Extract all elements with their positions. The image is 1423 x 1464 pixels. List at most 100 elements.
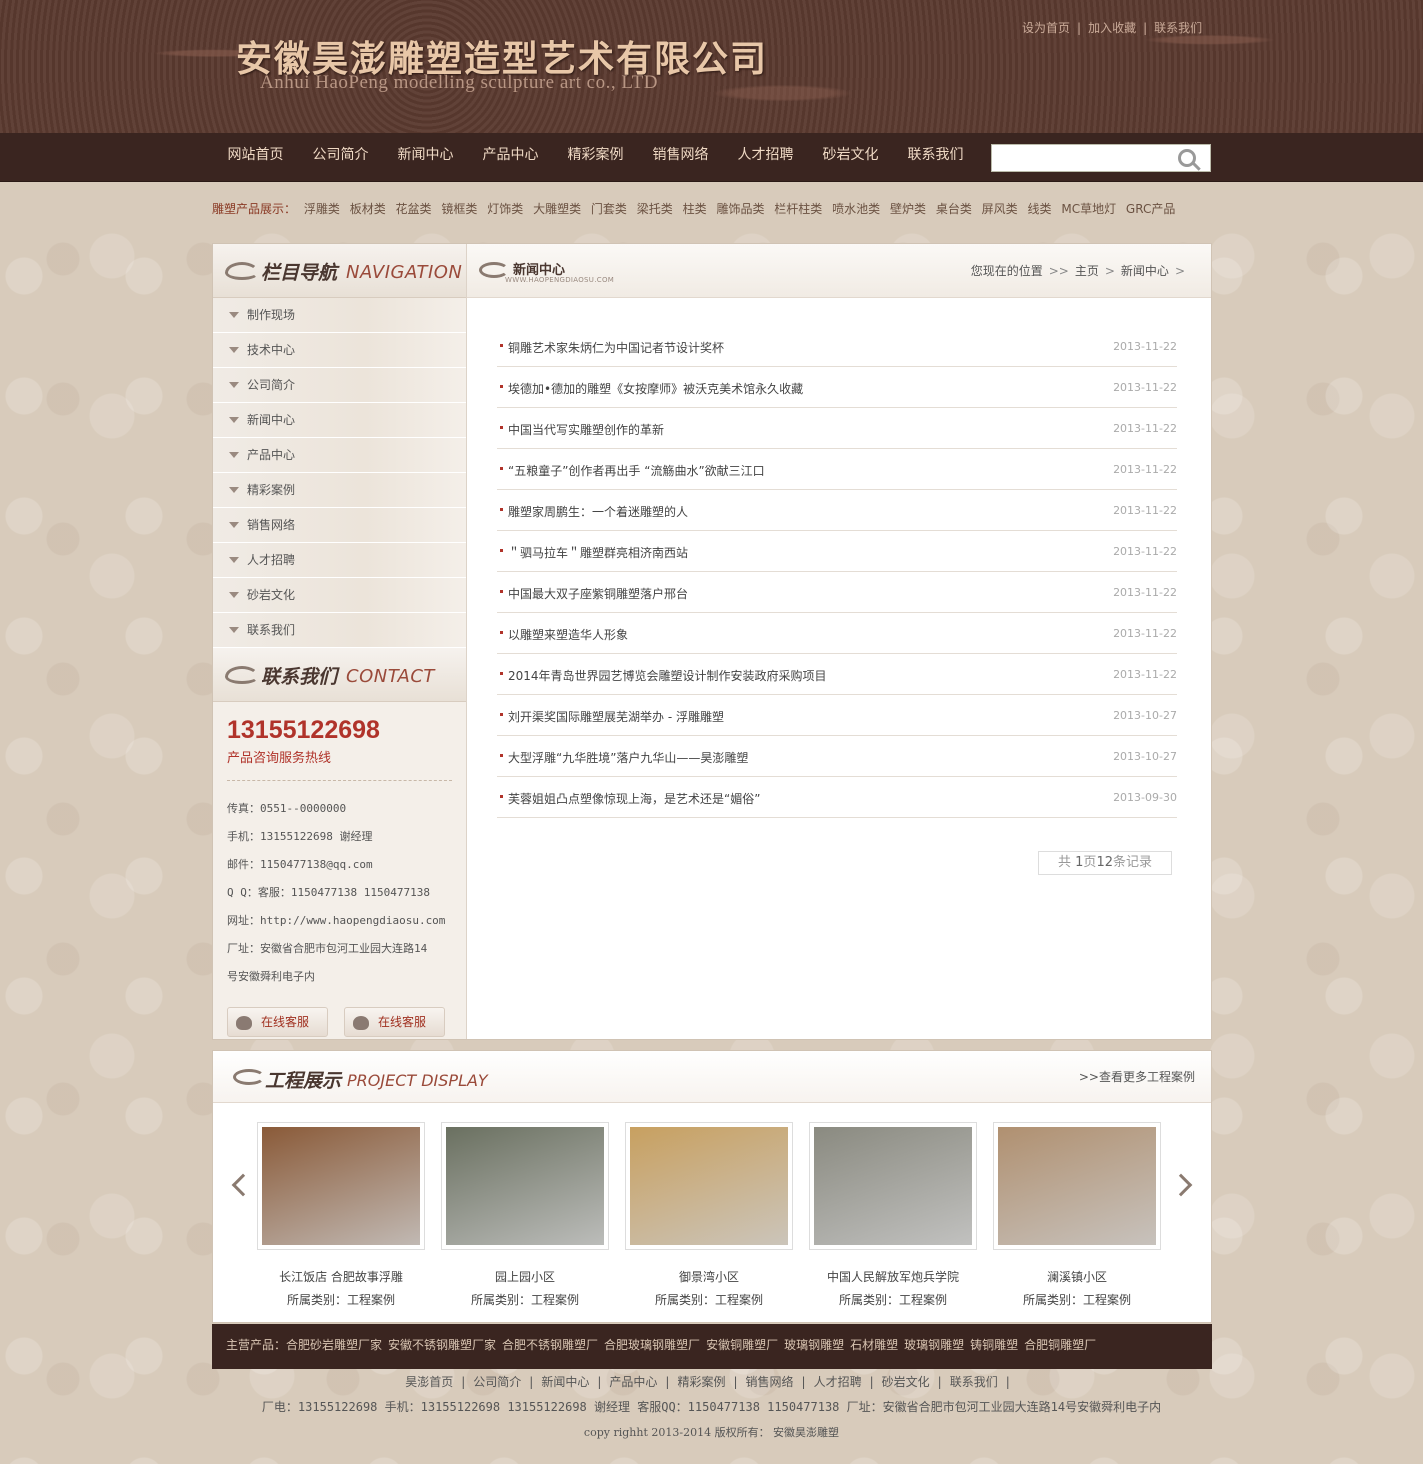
footer-link[interactable]: 人才招聘 [814, 1375, 862, 1389]
project-thumbnail[interactable] [809, 1122, 977, 1250]
sidebar-item-about[interactable]: 公司简介 [213, 368, 466, 403]
main-product-link[interactable]: 合肥不锈钢雕塑厂 [502, 1338, 598, 1352]
product-link[interactable]: 大雕塑类 [533, 202, 581, 216]
news-item[interactable]: 刘开渠奖国际雕塑展芜湖举办 - 浮雕雕塑 2013-10-27 [497, 695, 1177, 736]
set-homepage-link[interactable]: 设为首页 [1022, 21, 1070, 35]
news-title[interactable]: 刘开渠奖国际雕塑展芜湖举办 - 浮雕雕塑 [508, 708, 724, 725]
sidebar-item-contact[interactable]: 联系我们 [213, 613, 466, 648]
footer-link[interactable]: 砂岩文化 [882, 1375, 930, 1389]
news-title[interactable]: ＂驷马拉车＂雕塑群亮相济南西站 [508, 544, 688, 561]
nav-item-products[interactable]: 产品中心 [468, 133, 553, 178]
footer-link[interactable]: 产品中心 [609, 1375, 657, 1389]
product-link[interactable]: 线类 [1028, 202, 1052, 216]
news-title[interactable]: 中国当代写实雕塑创作的革新 [508, 421, 664, 438]
footer-link[interactable]: 精彩案例 [677, 1375, 725, 1389]
project-item[interactable]: 长江饭店 合肥故事浮雕 所属类别：工程案例 [257, 1122, 425, 1308]
nav-item-about[interactable]: 公司简介 [298, 133, 383, 178]
main-product-link[interactable]: 安徽铜雕塑厂 [706, 1338, 778, 1352]
main-product-link[interactable]: 玻璃钢雕塑 [904, 1338, 964, 1352]
product-link[interactable]: 雕饰品类 [716, 202, 764, 216]
main-product-link[interactable]: 玻璃钢雕塑 [784, 1338, 844, 1352]
footer-link[interactable]: 公司简介 [473, 1375, 521, 1389]
news-title[interactable]: 铜雕艺术家朱炳仁为中国记者节设计奖杯 [508, 339, 724, 356]
sidebar-item-products[interactable]: 产品中心 [213, 438, 466, 473]
news-item[interactable]: 中国最大双子座紫铜雕塑落户邢台 2013-11-22 [497, 572, 1177, 613]
footer-link[interactable]: 销售网络 [746, 1375, 794, 1389]
project-thumbnail[interactable] [441, 1122, 609, 1250]
breadcrumb-home[interactable]: 主页 [1075, 264, 1099, 278]
product-link[interactable]: 柱类 [683, 202, 707, 216]
project-name[interactable]: 御景湾小区 [625, 1268, 793, 1285]
sidebar-item-news[interactable]: 新闻中心 [213, 403, 466, 438]
news-item[interactable]: 雕塑家周鹏生：一个着迷雕塑的人 2013-11-22 [497, 490, 1177, 531]
product-link[interactable]: 桌台类 [936, 202, 972, 216]
add-favorite-link[interactable]: 加入收藏 [1088, 21, 1136, 35]
news-title[interactable]: 2014年青岛世界园艺博览会雕塑设计制作安装政府采购项目 [508, 667, 827, 684]
product-link[interactable]: 喷水池类 [832, 202, 880, 216]
nav-item-sales[interactable]: 销售网络 [638, 133, 723, 178]
sidebar-item-workshop[interactable]: 制作现场 [213, 298, 466, 333]
project-item[interactable]: 御景湾小区 所属类别：工程案例 [625, 1122, 793, 1308]
main-product-link[interactable]: 铸铜雕塑 [970, 1338, 1018, 1352]
project-thumbnail[interactable] [625, 1122, 793, 1250]
project-name[interactable]: 澜溪镇小区 [993, 1268, 1161, 1285]
project-thumbnail[interactable] [993, 1122, 1161, 1250]
footer-link[interactable]: 联系我们 [950, 1375, 998, 1389]
footer-link[interactable]: 昊澎首页 [405, 1375, 453, 1389]
sidebar-item-culture[interactable]: 砂岩文化 [213, 578, 466, 613]
nav-item-culture[interactable]: 砂岩文化 [808, 133, 893, 178]
news-title[interactable]: 雕塑家周鹏生：一个着迷雕塑的人 [508, 503, 688, 520]
news-title[interactable]: 以雕塑来塑造华人形象 [508, 626, 628, 643]
project-name[interactable]: 长江饭店 合肥故事浮雕 [257, 1268, 425, 1285]
news-item[interactable]: ＂驷马拉车＂雕塑群亮相济南西站 2013-11-22 [497, 531, 1177, 572]
news-title[interactable]: 中国最大双子座紫铜雕塑落户邢台 [508, 585, 688, 602]
main-product-link[interactable]: 石材雕塑 [850, 1338, 898, 1352]
online-service-button[interactable]: 在线客服 [227, 1007, 328, 1037]
sidebar-item-cases[interactable]: 精彩案例 [213, 473, 466, 508]
news-title[interactable]: 芙蓉姐姐凸点塑像惊现上海，是艺术还是“媚俗” [508, 790, 760, 807]
product-link[interactable]: 镜框类 [441, 202, 477, 216]
news-item[interactable]: 大型浮雕“九华胜境”落户九华山——昊澎雕塑 2013-10-27 [497, 736, 1177, 777]
main-product-link[interactable]: 主营产品：合肥砂岩雕塑厂家 [226, 1338, 382, 1352]
product-link[interactable]: 花盆类 [396, 202, 432, 216]
nav-item-news[interactable]: 新闻中心 [383, 133, 468, 178]
news-title[interactable]: 大型浮雕“九华胜境”落户九华山——昊澎雕塑 [508, 749, 748, 766]
news-title[interactable]: “五粮童子”创作者再出手 “流觞曲水”欲献三江口 [508, 462, 765, 479]
news-item[interactable]: 以雕塑来塑造华人形象 2013-11-22 [497, 613, 1177, 654]
product-link[interactable]: 门套类 [591, 202, 627, 216]
news-title[interactable]: 埃德加•德加的雕塑《女按摩师》被沃克美术馆永久收藏 [508, 380, 803, 397]
chevron-right-icon[interactable] [1169, 1173, 1193, 1197]
sidebar-item-jobs[interactable]: 人才招聘 [213, 543, 466, 578]
main-product-link[interactable]: 合肥铜雕塑厂 [1024, 1338, 1096, 1352]
project-item[interactable]: 中国人民解放军炮兵学院 所属类别：工程案例 [809, 1122, 977, 1308]
product-link[interactable]: 壁炉类 [890, 202, 926, 216]
project-thumbnail[interactable] [257, 1122, 425, 1250]
project-name[interactable]: 中国人民解放军炮兵学院 [809, 1268, 977, 1285]
project-item[interactable]: 园上园小区 所属类别：工程案例 [441, 1122, 609, 1308]
news-item[interactable]: 2014年青岛世界园艺博览会雕塑设计制作安装政府采购项目 2013-11-22 [497, 654, 1177, 695]
nav-item-jobs[interactable]: 人才招聘 [723, 133, 808, 178]
product-link[interactable]: 屏风类 [982, 202, 1018, 216]
nav-item-cases[interactable]: 精彩案例 [553, 133, 638, 178]
breadcrumb-news[interactable]: 新闻中心 [1121, 264, 1169, 278]
main-product-link[interactable]: 安徽不锈钢雕塑厂家 [388, 1338, 496, 1352]
product-link[interactable]: MC草地灯 [1061, 202, 1116, 216]
contact-us-link[interactable]: 联系我们 [1154, 21, 1202, 35]
sidebar-item-sales[interactable]: 销售网络 [213, 508, 466, 543]
search-icon[interactable] [1178, 149, 1196, 167]
product-link[interactable]: 梁托类 [637, 202, 673, 216]
more-projects-link[interactable]: >>查看更多工程案例 [1079, 1068, 1195, 1085]
news-item[interactable]: 中国当代写实雕塑创作的革新 2013-11-22 [497, 408, 1177, 449]
project-name[interactable]: 园上园小区 [441, 1268, 609, 1285]
product-link[interactable]: 灯饰类 [487, 202, 523, 216]
product-link[interactable]: 栏杆柱类 [774, 202, 822, 216]
search-input[interactable] [991, 144, 1211, 172]
nav-item-home[interactable]: 网站首页 [213, 133, 298, 178]
product-link[interactable]: GRC产品 [1126, 202, 1175, 216]
product-link[interactable]: 板材类 [350, 202, 386, 216]
product-link[interactable]: 浮雕类 [304, 202, 340, 216]
news-item[interactable]: 芙蓉姐姐凸点塑像惊现上海，是艺术还是“媚俗” 2013-09-30 [497, 777, 1177, 818]
project-item[interactable]: 澜溪镇小区 所属类别：工程案例 [993, 1122, 1161, 1308]
news-item[interactable]: 埃德加•德加的雕塑《女按摩师》被沃克美术馆永久收藏 2013-11-22 [497, 367, 1177, 408]
sidebar-item-tech[interactable]: 技术中心 [213, 333, 466, 368]
